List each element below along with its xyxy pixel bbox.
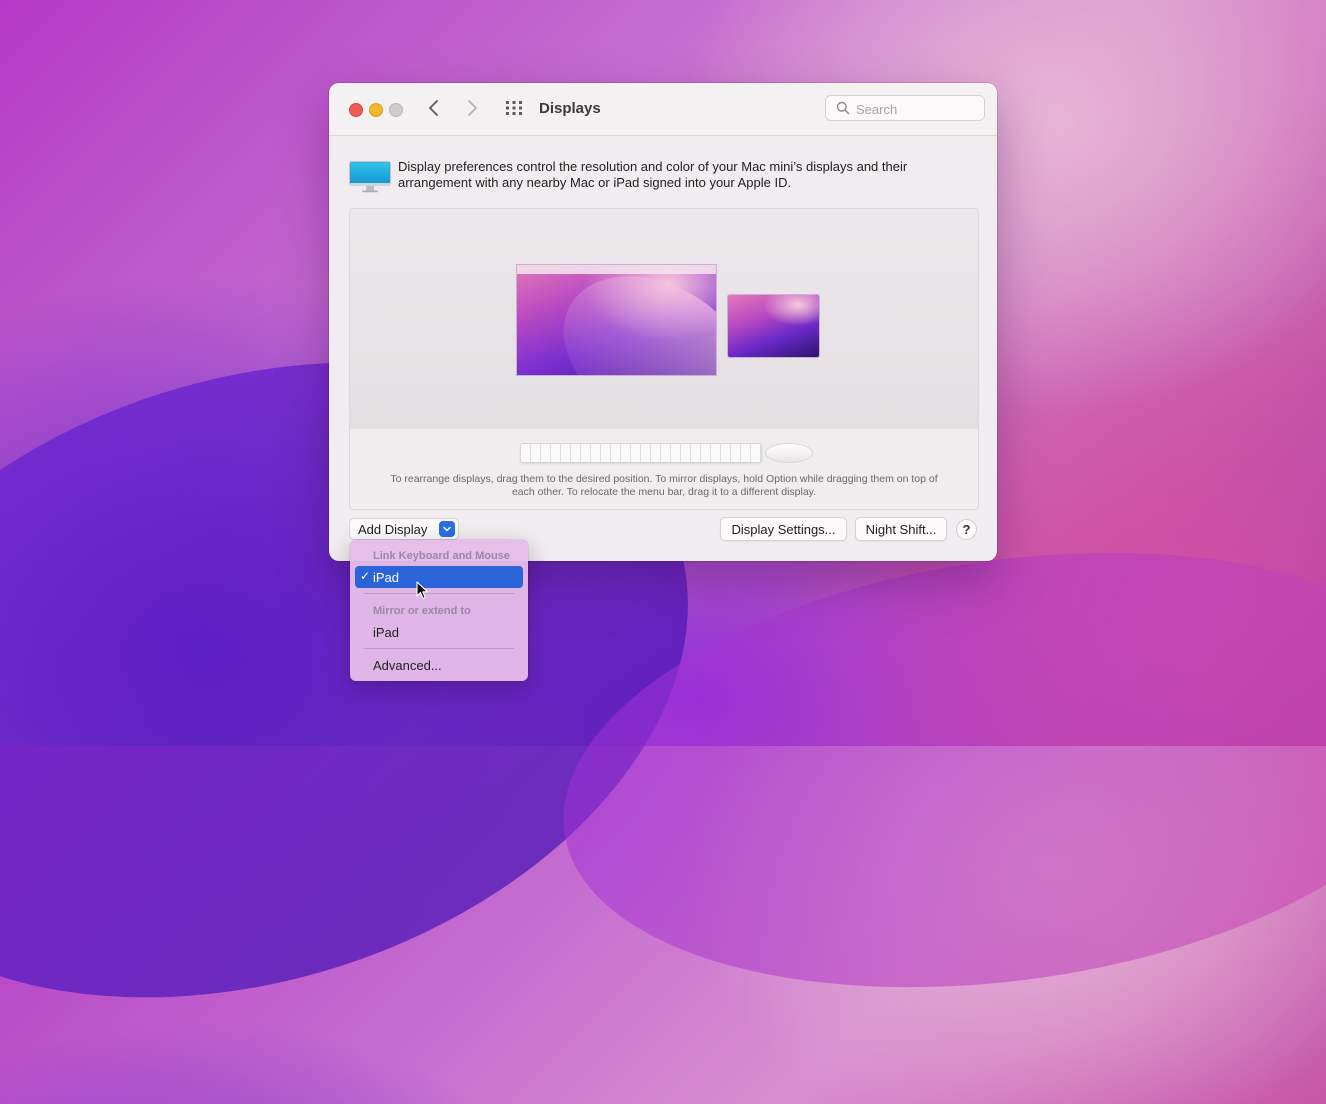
ipad-display-thumbnail[interactable] [727, 294, 820, 358]
menu-item-label: iPad [373, 569, 400, 585]
mouse-icon [765, 443, 813, 463]
show-all-grid-icon[interactable] [505, 100, 523, 121]
arrangement-hint: To rearrange displays, drag them to the … [390, 473, 938, 498]
menu-item-label: Advanced... [373, 657, 442, 673]
menu-separator [364, 593, 514, 594]
menu-item-mirror-ipad[interactable]: iPad [355, 621, 523, 643]
close-button[interactable] [349, 103, 363, 117]
menu-item-advanced[interactable]: Advanced... [355, 654, 523, 676]
add-display-menu: Link Keyboard and Mouse ✓ iPad Mirror or… [350, 540, 528, 681]
intro-description: Display preferences control the resoluti… [398, 159, 908, 190]
help-button[interactable]: ? [956, 519, 977, 540]
display-monitor-icon [349, 161, 391, 198]
menu-header-link: Link Keyboard and Mouse [373, 550, 510, 562]
keyboard-icon [520, 443, 762, 463]
menu-item-link-ipad[interactable]: ✓ iPad [355, 566, 523, 588]
back-arrow-icon[interactable] [427, 98, 441, 123]
menu-item-label: iPad [373, 624, 400, 640]
displays-window: Displays Display preferences control the… [329, 83, 997, 561]
search-input[interactable] [854, 99, 978, 119]
checkmark-icon: ✓ [360, 569, 371, 583]
minimize-button[interactable] [369, 103, 383, 117]
intro-section: Display preferences control the resoluti… [349, 159, 969, 199]
search-icon [836, 101, 850, 120]
chevron-down-icon[interactable] [439, 521, 456, 537]
search-field[interactable] [825, 95, 985, 121]
add-display-popup[interactable]: Add Display [349, 518, 460, 540]
menu-header-mirror: Mirror or extend to [373, 605, 471, 617]
forward-arrow-icon[interactable] [465, 98, 479, 123]
menu-separator [364, 648, 514, 649]
display-settings-button[interactable]: Display Settings... [720, 517, 847, 541]
zoom-button[interactable] [389, 103, 403, 117]
mouse-pointer-icon [416, 581, 430, 606]
window-title: Displays [539, 100, 601, 117]
titlebar: Displays [329, 83, 997, 136]
night-shift-button[interactable]: Night Shift... [855, 517, 947, 541]
display-arrangement-area[interactable]: To rearrange displays, drag them to the … [349, 208, 979, 510]
menu-bar-indicator[interactable] [517, 265, 716, 274]
main-display-thumbnail[interactable] [516, 264, 717, 376]
add-display-label: Add Display [358, 521, 428, 537]
